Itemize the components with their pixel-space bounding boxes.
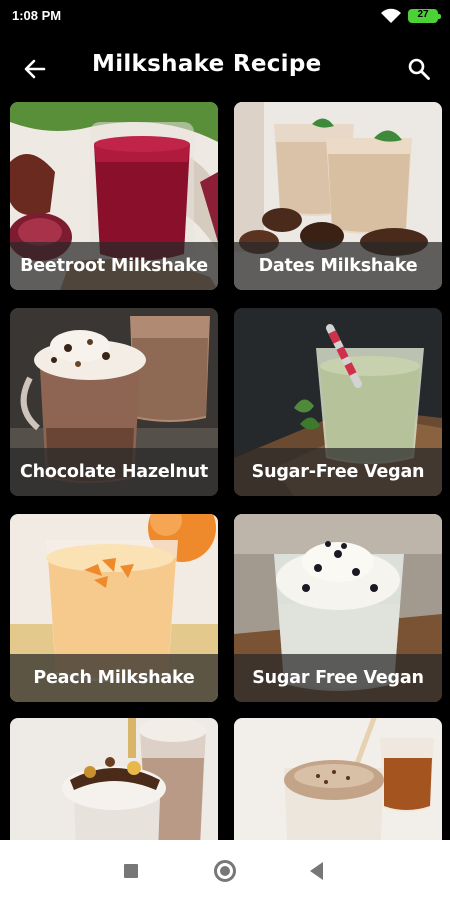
recipe-title: Sugar-Free Vegan <box>251 462 425 482</box>
recipe-label-bar: Sugar Free Vegan <box>234 654 442 702</box>
recipe-card-dates-milkshake[interactable]: Dates Milkshake <box>234 102 442 290</box>
recipe-label-bar: Chocolate Hazelnut <box>10 448 218 496</box>
wifi-icon <box>381 8 401 23</box>
recipe-label-bar: Beetroot Milkshake <box>10 242 218 290</box>
back-button[interactable] <box>14 48 56 90</box>
app-bar: Milkshake Recipe <box>0 34 450 98</box>
recipe-label-bar: Dates Milkshake <box>234 242 442 290</box>
coffee-milkshake-image <box>234 718 442 840</box>
recipe-card-peach-milkshake[interactable]: Peach Milkshake <box>10 514 218 702</box>
triangle-back-icon[interactable] <box>310 862 323 880</box>
recipe-label-bar: Peach Milkshake <box>10 654 218 702</box>
arrow-left-icon <box>24 59 46 79</box>
recipe-card-7[interactable] <box>10 718 218 840</box>
search-icon <box>408 58 430 80</box>
system-navigation-bar <box>0 840 450 900</box>
recipe-card-sugar-free-vegan-2[interactable]: Sugar Free Vegan <box>234 514 442 702</box>
status-time: 1:08 PM <box>12 8 62 23</box>
status-bar: 1:08 PM 27 <box>0 0 450 34</box>
recipe-title: Sugar Free Vegan <box>252 668 424 688</box>
recipe-title: Peach Milkshake <box>33 668 195 688</box>
circle-icon[interactable] <box>214 860 236 882</box>
recipe-card-8[interactable] <box>234 718 442 840</box>
search-button[interactable] <box>396 46 442 92</box>
recipe-card-sugar-free-vegan[interactable]: Sugar-Free Vegan <box>234 308 442 496</box>
recipe-title: Dates Milkshake <box>258 256 418 276</box>
recipe-card-chocolate-hazelnut[interactable]: Chocolate Hazelnut <box>10 308 218 496</box>
page-title: Milkshake Recipe <box>92 51 322 77</box>
recipe-grid: Beetroot Milkshake Dates Milkshake Choco… <box>0 98 450 840</box>
battery-icon: 27 <box>408 9 441 23</box>
recipe-label-bar: Sugar-Free Vegan <box>234 448 442 496</box>
chocolate-freakshake-image <box>10 718 218 840</box>
battery-level: 27 <box>417 9 429 20</box>
recipe-title: Chocolate Hazelnut <box>19 462 209 482</box>
square-icon[interactable] <box>124 864 138 878</box>
recipe-title: Beetroot Milkshake <box>20 256 208 276</box>
recipe-card-beetroot-milkshake[interactable]: Beetroot Milkshake <box>10 102 218 290</box>
